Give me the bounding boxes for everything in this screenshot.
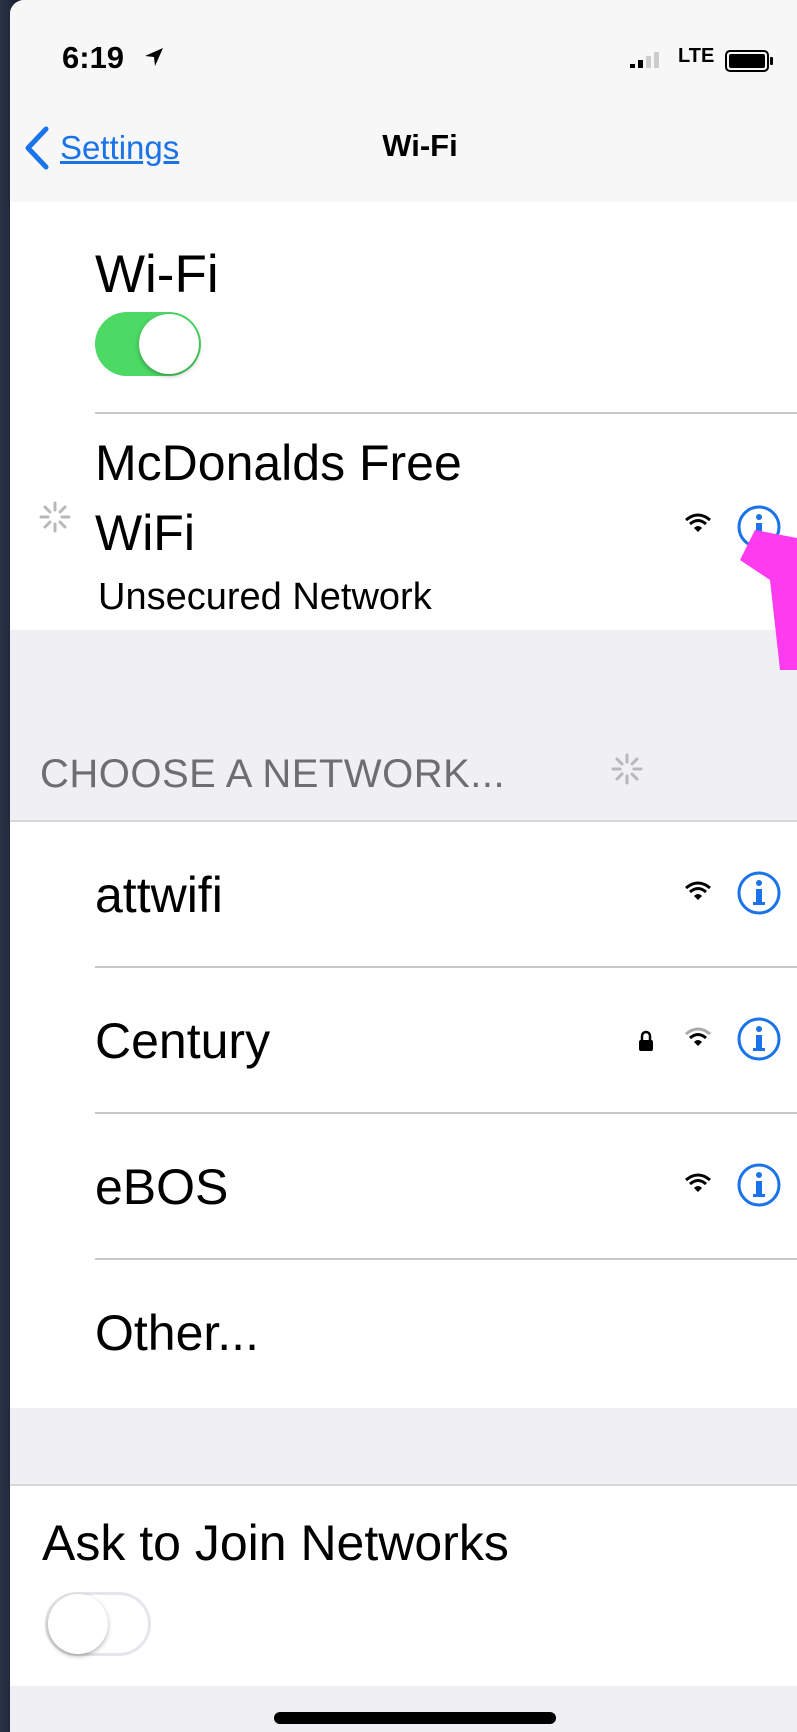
- back-button-label: Settings: [60, 129, 180, 166]
- info-icon[interactable]: [736, 870, 782, 916]
- home-indicator[interactable]: [274, 1712, 556, 1724]
- navigation-bar: Settings Wi-Fi: [10, 98, 797, 204]
- info-icon[interactable]: [736, 1016, 782, 1062]
- network-list: attwifi Century eBOS Other...: [10, 820, 797, 1408]
- current-network-row[interactable]: McDonalds Free WiFi Unsecured Network: [10, 414, 797, 630]
- status-time: 6:19: [62, 40, 125, 75]
- lock-icon: [639, 1030, 653, 1051]
- annotation-arrow-icon: [740, 530, 797, 670]
- ask-to-join-toggle-switch[interactable]: [45, 1592, 151, 1656]
- wifi-signal-icon: [685, 881, 711, 900]
- ask-to-join-label: Ask to Join Networks: [42, 1515, 509, 1571]
- wifi-settings-group: Wi-Fi McDonalds Free WiFi Unsecured Netw…: [10, 202, 797, 630]
- network-name: Other...: [95, 1305, 259, 1361]
- ask-to-join-group: Ask to Join Networks: [10, 1484, 797, 1686]
- current-network-status: Unsecured Network: [98, 576, 432, 618]
- network-name: attwifi: [95, 867, 223, 923]
- switch-knob: [139, 314, 199, 374]
- network-row-attwifi[interactable]: attwifi: [10, 822, 797, 968]
- info-icon[interactable]: [736, 1162, 782, 1208]
- network-name: Century: [95, 1013, 271, 1069]
- loading-spinner-icon: [39, 501, 71, 533]
- wifi-label: Wi-Fi: [95, 245, 219, 304]
- network-row-century[interactable]: Century: [10, 968, 797, 1114]
- network-name: eBOS: [95, 1159, 229, 1215]
- current-network-name: McDonalds Free WiFi: [95, 435, 462, 561]
- section-header: CHOOSE A NETWORK...: [40, 752, 506, 796]
- phone-screen: 6:19 LTE Settings Wi-Fi Wi-Fi McDonalds …: [10, 0, 797, 1732]
- back-button[interactable]: Settings: [24, 120, 179, 176]
- status-bar: 6:19 LTE: [10, 0, 797, 98]
- battery-icon: [725, 50, 773, 72]
- location-arrow-icon: [145, 48, 163, 66]
- signal-strength-icon: [630, 52, 659, 68]
- network-row-ebos[interactable]: eBOS: [10, 1114, 797, 1260]
- network-row-other[interactable]: Other...: [10, 1260, 797, 1406]
- wifi-signal-icon: [685, 1027, 711, 1046]
- chevron-left-icon: [25, 126, 49, 170]
- wifi-toggle-switch[interactable]: [95, 312, 201, 376]
- wifi-signal-icon: [685, 513, 711, 532]
- wifi-toggle-row: Wi-Fi: [10, 202, 797, 412]
- page-title: Wi-Fi: [382, 128, 458, 163]
- loading-spinner-icon: [611, 753, 643, 785]
- network-type-label: LTE: [678, 45, 715, 67]
- switch-knob: [48, 1594, 108, 1654]
- wifi-signal-icon: [685, 1173, 711, 1192]
